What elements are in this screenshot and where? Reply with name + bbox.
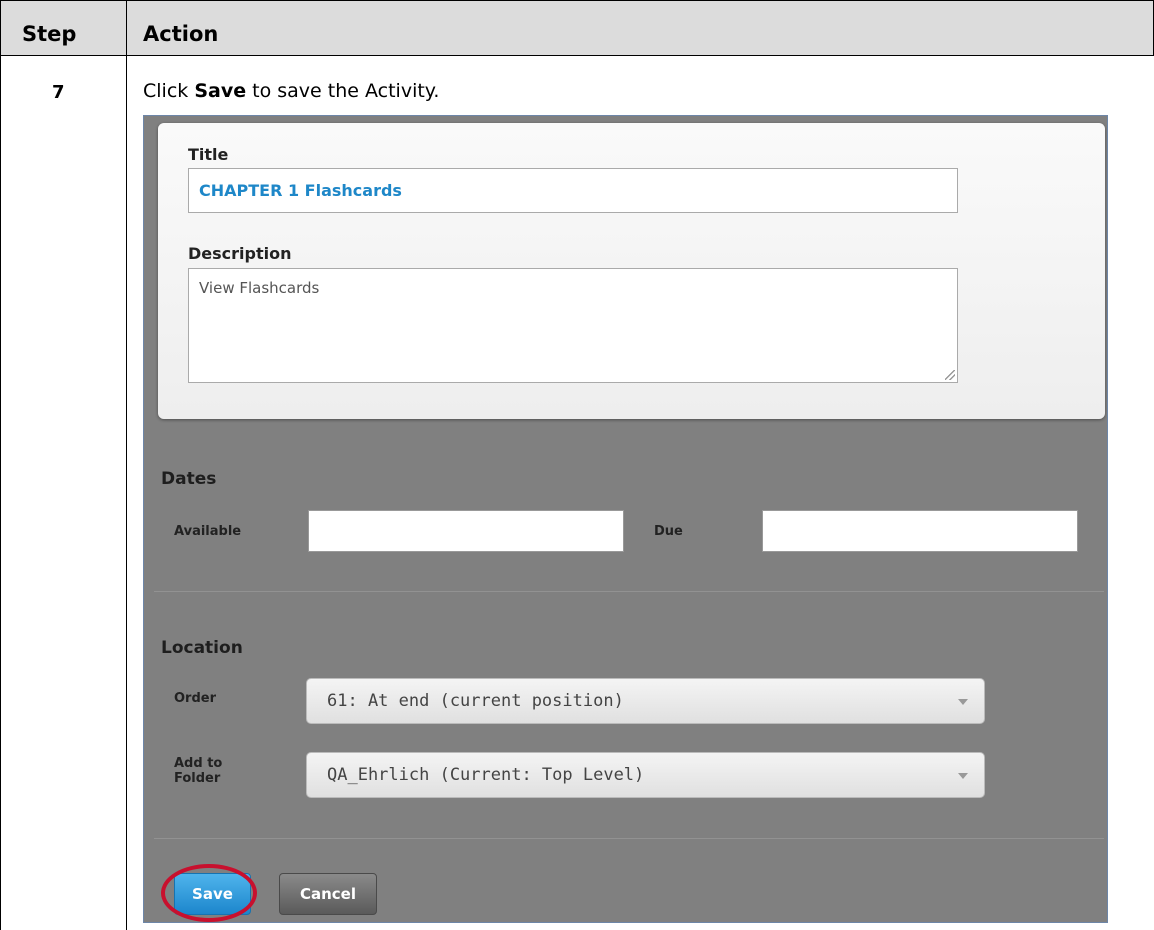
instruction-bold: Save <box>194 80 247 102</box>
caret-down-icon <box>958 699 968 705</box>
order-label: Order <box>174 691 216 706</box>
table-header-divider <box>0 55 1154 56</box>
highlight-circle <box>161 864 257 922</box>
available-label: Available <box>174 524 242 539</box>
title-label: Title <box>188 145 229 164</box>
table-top-border <box>0 0 1154 1</box>
instruction-text: Click Save to save the Activity. <box>143 80 439 102</box>
caret-down-icon <box>958 773 968 779</box>
cancel-button[interactable]: Cancel <box>279 873 377 915</box>
folder-label: Add to Folder <box>174 756 222 786</box>
instruction-prefix: Click <box>143 80 195 102</box>
header-action: Action <box>143 22 219 46</box>
section-divider <box>154 591 1104 592</box>
folder-label-line2: Folder <box>174 771 221 786</box>
due-date-input[interactable] <box>762 510 1078 552</box>
available-date-input[interactable] <box>308 510 624 552</box>
section-divider <box>154 838 1104 839</box>
description-text: View Flashcards <box>199 279 320 297</box>
description-label: Description <box>188 244 292 263</box>
folder-label-line1: Add to <box>174 756 223 771</box>
dates-heading: Dates <box>161 469 217 489</box>
activity-editor-screenshot: Title CHAPTER 1 Flashcards Description V… <box>143 115 1108 923</box>
title-description-card: Title CHAPTER 1 Flashcards Description V… <box>158 123 1105 419</box>
due-label: Due <box>654 524 683 539</box>
order-select-value: 61: At end (current position) <box>327 691 624 711</box>
instruction-suffix: to save the Activity. <box>246 80 440 102</box>
folder-select-value: QA_Ehrlich (Current: Top Level) <box>327 765 645 785</box>
table-column-divider <box>126 0 127 930</box>
header-step: Step <box>22 22 77 46</box>
order-select[interactable]: 61: At end (current position) <box>306 678 985 724</box>
resize-grip-icon[interactable] <box>945 370 955 380</box>
location-heading: Location <box>161 638 243 658</box>
table-left-border <box>0 0 1 930</box>
description-textarea[interactable]: View Flashcards <box>188 268 958 383</box>
step-number: 7 <box>52 82 65 103</box>
folder-select[interactable]: QA_Ehrlich (Current: Top Level) <box>306 752 985 798</box>
title-input[interactable]: CHAPTER 1 Flashcards <box>188 168 958 213</box>
